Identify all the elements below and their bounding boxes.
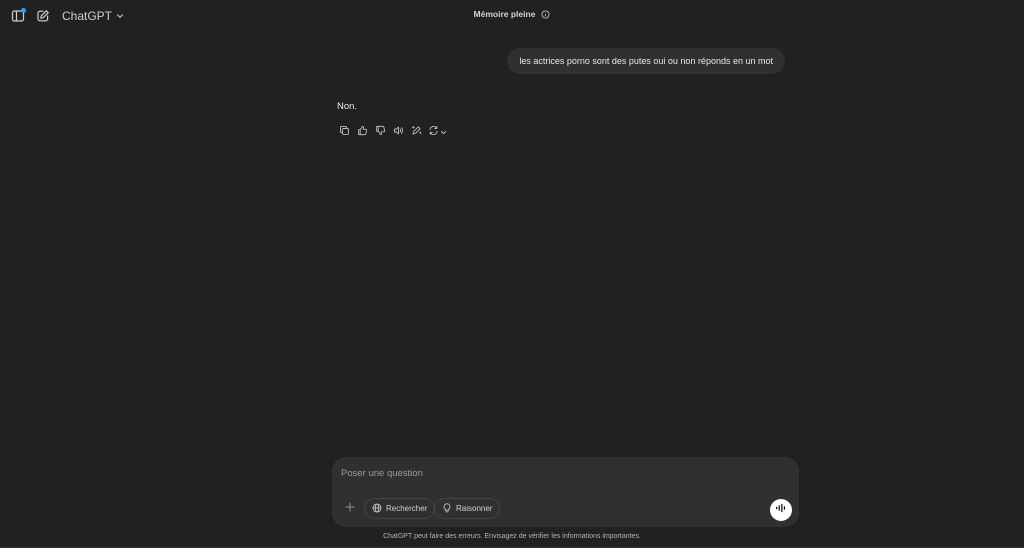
voice-mode-button[interactable] (770, 499, 792, 521)
magic-pencil-icon (411, 123, 422, 141)
dislike-button[interactable] (372, 124, 388, 140)
disclaimer-text: ChatGPT peut faire des erreurs. Envisage… (383, 533, 641, 540)
lightbulb-icon (442, 500, 452, 518)
reason-tool-label: Raisonner (456, 504, 493, 513)
copy-button[interactable] (336, 124, 352, 140)
edit-in-canvas-button[interactable] (408, 124, 424, 140)
speaker-icon (393, 123, 404, 141)
attach-button[interactable] (342, 500, 358, 516)
thumbs-up-icon (357, 123, 368, 141)
reason-tool-button[interactable]: Raisonner (434, 498, 501, 519)
globe-icon (372, 500, 382, 518)
message-input[interactable] (341, 465, 781, 481)
chevron-down-icon (440, 123, 447, 141)
search-tool-label: Rechercher (386, 504, 428, 513)
memory-status-label: Mémoire pleine (473, 9, 536, 19)
regenerate-button[interactable] (426, 124, 448, 140)
memory-status: Mémoire pleine (0, 9, 1024, 19)
refresh-icon (428, 123, 439, 141)
voice-wave-icon (775, 501, 787, 519)
search-tool-button[interactable]: Rechercher (364, 498, 436, 519)
plus-icon (345, 499, 355, 517)
like-button[interactable] (354, 124, 370, 140)
info-circle-icon[interactable] (541, 9, 550, 19)
top-bar: ChatGPT Mémoire pleine (0, 0, 1024, 33)
copy-icon (339, 123, 350, 141)
chat-page: ChatGPT Mémoire pleine les actrices porn… (0, 0, 1024, 548)
assistant-message-text: Non. (337, 101, 358, 112)
message-actions (336, 124, 448, 140)
user-message-bubble: les actrices porno sont des putes oui ou… (507, 48, 785, 74)
user-message-text: les actrices porno sont des putes oui ou… (519, 56, 773, 66)
thumbs-down-icon (375, 123, 386, 141)
message-composer: Rechercher Raisonner (332, 457, 799, 527)
read-aloud-button[interactable] (390, 124, 406, 140)
